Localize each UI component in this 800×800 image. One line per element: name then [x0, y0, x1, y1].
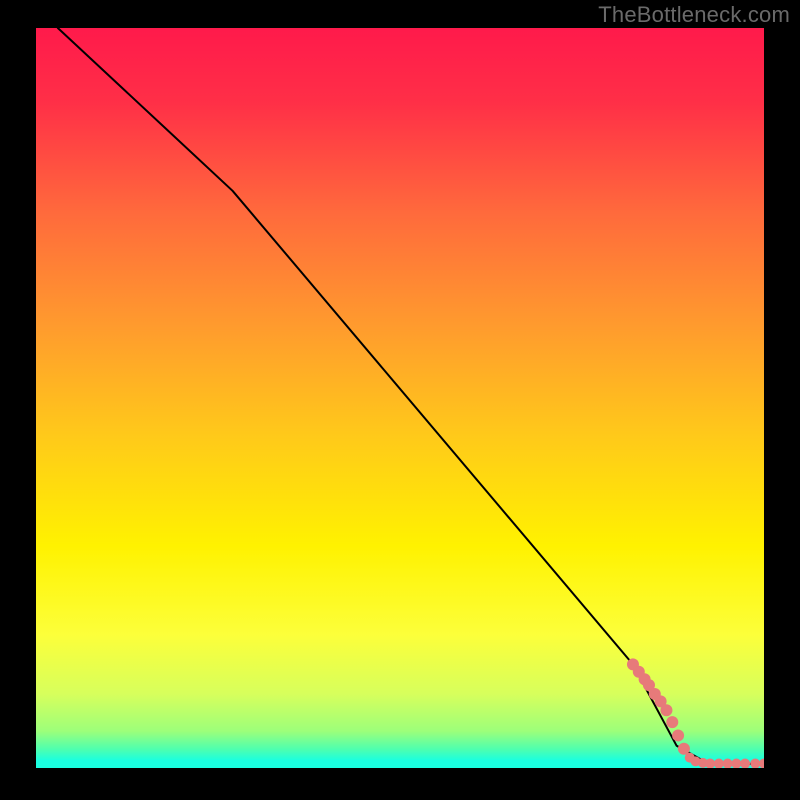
marker-point [672, 729, 684, 741]
marker-point [666, 716, 678, 728]
marker-point [740, 759, 750, 768]
watermark-text: TheBottleneck.com [598, 2, 790, 28]
marker-point [750, 759, 760, 768]
plot-area [36, 28, 764, 768]
marker-point [723, 759, 733, 768]
marker-point [759, 759, 764, 768]
marker-point [714, 759, 724, 768]
markers-group [627, 658, 764, 768]
marker-point [660, 704, 672, 716]
chart-frame: TheBottleneck.com [0, 0, 800, 800]
curve-line [58, 28, 764, 764]
chart-overlay [36, 28, 764, 768]
marker-point [731, 759, 741, 768]
